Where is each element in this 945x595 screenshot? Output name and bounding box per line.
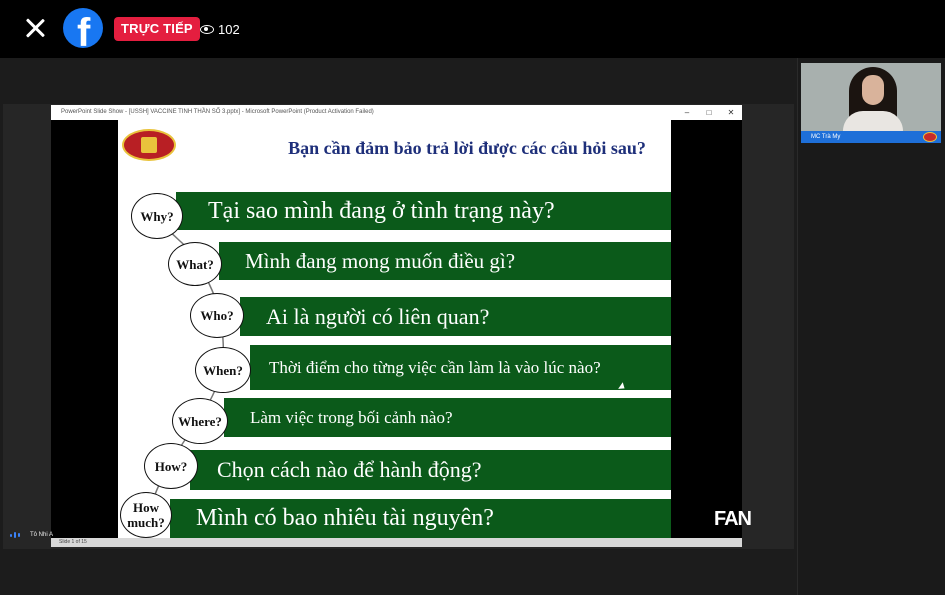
question-text: Mình đang mong muốn điều gì? (245, 248, 516, 273)
viewer-count: 102 (200, 20, 240, 38)
question-text: Tại sao mình đang ở tình trạng này? (208, 197, 555, 224)
question-bar: Thời điểm cho từng việc cần làm là vào l… (250, 345, 671, 390)
top-bar: f TRỰC TIẾP 102 (0, 0, 945, 58)
facebook-logo-icon[interactable]: f (63, 8, 103, 48)
question-bubble-why: Why? (131, 193, 183, 239)
question-text: Chọn cách nào để hành động? (217, 457, 482, 482)
question-text: Làm việc trong bối cảnh nào? (250, 407, 453, 427)
live-badge: TRỰC TIẾP (114, 17, 200, 41)
question-bar: Làm việc trong bối cảnh nào? (224, 398, 671, 437)
eye-icon (200, 24, 214, 34)
window-controls: – □ ✕ (676, 105, 742, 120)
question-bubble-who: Who? (190, 293, 244, 338)
close-window-icon[interactable]: ✕ (720, 105, 742, 120)
question-bubble-how-much: How much? (120, 492, 172, 538)
question-bubble-where: Where? (172, 398, 228, 444)
powerpoint-window: PowerPoint Slide Show - [USSH] VACCINE T… (51, 105, 742, 547)
question-text: Ai là người có liên quan? (266, 303, 490, 329)
powerpoint-status-bar: Slide 1 of 15 (51, 538, 742, 547)
minimize-icon[interactable]: – (676, 105, 698, 120)
camera-name-label: MC Trà My (801, 131, 941, 143)
slide: Bạn cần đảm bảo trả lời được các câu hỏi… (118, 120, 671, 538)
question-text: Thời điểm cho từng việc cần làm là vào l… (269, 358, 601, 377)
powerpoint-window-title: PowerPoint Slide Show - [USSH] VACCINE T… (61, 109, 374, 115)
question-bubble-what: What? (168, 242, 222, 286)
participant-video (843, 67, 903, 141)
question-bubble-when: When? (195, 347, 251, 393)
fan-watermark-logo: FAN (714, 508, 752, 530)
question-text: Mình có bao nhiêu tài nguyên? (196, 505, 494, 531)
participant-sidebar: MC Trà My (797, 58, 945, 595)
close-icon[interactable] (22, 15, 48, 41)
question-bar: Mình đang mong muốn điều gì? (219, 242, 671, 280)
camera-tile[interactable]: MC Trà My (801, 63, 941, 143)
question-bar: Ai là người có liên quan? (240, 297, 671, 336)
presenter-name: Tô Nhi A (30, 532, 54, 538)
emblem-icon (923, 132, 937, 142)
question-bar: Chọn cách nào để hành động? (190, 450, 671, 490)
mic-icon (10, 532, 24, 538)
question-bar: Mình có bao nhiêu tài nguyên? (170, 499, 671, 538)
presenter-label: Tô Nhi A (10, 532, 53, 538)
maximize-icon[interactable]: □ (698, 105, 720, 120)
powerpoint-title-bar: PowerPoint Slide Show - [USSH] VACCINE T… (51, 105, 742, 120)
viewer-count-value: 102 (218, 21, 240, 37)
question-bar: Tại sao mình đang ở tình trạng này? (176, 192, 671, 230)
question-bubble-how: How? (144, 443, 198, 489)
